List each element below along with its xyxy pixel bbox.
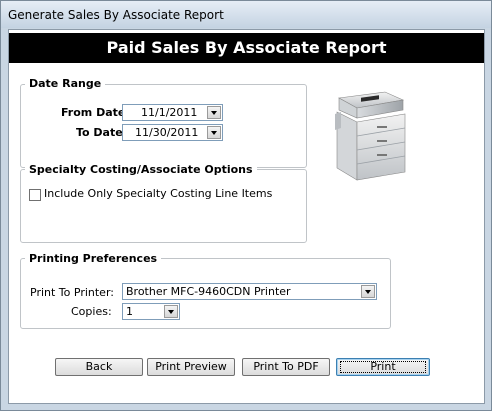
from-date-value: 11/1/2011 — [141, 106, 198, 119]
report-window: Generate Sales By Associate Report Paid … — [0, 0, 492, 411]
to-date-dropdown-icon[interactable] — [207, 126, 221, 139]
specialty-options-group — [20, 169, 307, 243]
from-date-label: From Date: — [61, 106, 130, 119]
print-preview-button[interactable]: Print Preview — [147, 358, 235, 376]
date-range-legend: Date Range — [25, 77, 106, 90]
copies-value: 1 — [126, 305, 133, 318]
report-banner: Paid Sales By Associate Report — [9, 33, 484, 63]
to-date-picker[interactable]: 11/30/2011 — [122, 124, 223, 141]
print-to-printer-label: Print To Printer: — [30, 286, 114, 299]
print-preview-button-label: Print Preview — [155, 360, 227, 373]
print-to-pdf-button-label: Print To PDF — [253, 360, 319, 373]
from-date-dropdown-icon[interactable] — [207, 106, 221, 119]
specialty-options-legend: Specialty Costing/Associate Options — [25, 163, 257, 176]
printer-dropdown-icon[interactable] — [361, 285, 375, 298]
copies-label: Copies: — [71, 305, 112, 318]
copies-dropdown-icon[interactable] — [164, 305, 178, 318]
print-to-pdf-button[interactable]: Print To PDF — [242, 358, 330, 376]
printer-value: Brother MFC-9460CDN Printer — [126, 285, 291, 298]
title-bar[interactable]: Generate Sales By Associate Report — [1, 1, 491, 28]
printing-preferences-legend: Printing Preferences — [25, 252, 162, 265]
print-button[interactable]: Print — [336, 358, 430, 376]
copies-select[interactable]: 1 — [122, 303, 180, 320]
from-date-picker[interactable]: 11/1/2011 — [122, 104, 223, 121]
dialog-client-area: Paid Sales By Associate Report Date Rang… — [8, 29, 485, 404]
specialty-only-checkbox[interactable] — [29, 189, 41, 201]
specialty-only-label[interactable]: Include Only Specialty Costing Line Item… — [44, 187, 272, 200]
copier-printer-icon — [335, 91, 406, 181]
to-date-label: To Date: — [76, 126, 128, 139]
window-title: Generate Sales By Associate Report — [8, 8, 224, 22]
back-button[interactable]: Back — [55, 358, 143, 376]
to-date-value: 11/30/2011 — [135, 126, 199, 139]
printer-select[interactable]: Brother MFC-9460CDN Printer — [122, 283, 377, 300]
focus-rectangle — [340, 361, 426, 373]
back-button-label: Back — [85, 360, 113, 373]
